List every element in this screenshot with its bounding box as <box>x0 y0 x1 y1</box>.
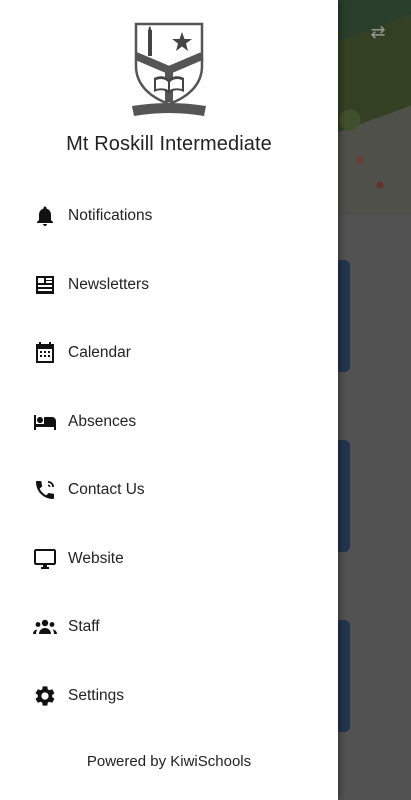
menu-item-notifications[interactable]: Notifications <box>0 182 338 251</box>
menu-item-website[interactable]: Website <box>0 525 338 594</box>
powered-by-footer: Powered by KiwiSchools <box>86 753 252 770</box>
bell-icon <box>33 204 57 228</box>
menu-item-absences[interactable]: Absences <box>0 388 338 457</box>
menu-item-label: Settings <box>68 686 125 704</box>
school-name: Mt Roskill Intermediate <box>66 133 272 155</box>
menu-item-label: Notifications <box>68 207 153 225</box>
people-icon <box>33 615 57 639</box>
navigation-drawer: Mt Roskill Intermediate Notifications Ne… <box>0 0 338 800</box>
monitor-icon <box>33 547 57 571</box>
menu-item-label: Website <box>68 549 124 567</box>
menu-item-settings[interactable]: Settings <box>0 662 338 731</box>
bed-icon <box>33 410 57 434</box>
menu-item-label: Calendar <box>68 344 131 362</box>
menu-item-calendar[interactable]: Calendar <box>0 319 338 388</box>
school-crest-logo <box>132 22 206 116</box>
gear-icon <box>33 684 57 708</box>
menu-item-label: Staff <box>68 618 100 636</box>
drawer-menu: Notifications Newsletters Calendar Absen… <box>0 182 338 730</box>
menu-item-label: Contact Us <box>68 481 145 499</box>
menu-item-newsletters[interactable]: Newsletters <box>0 251 338 320</box>
menu-item-label: Newsletters <box>68 275 149 293</box>
menu-item-staff[interactable]: Staff <box>0 593 338 662</box>
newspaper-icon <box>33 273 57 297</box>
phone-icon <box>33 478 57 502</box>
calendar-icon <box>33 341 57 365</box>
menu-item-label: Absences <box>68 412 137 430</box>
menu-item-contact-us[interactable]: Contact Us <box>0 456 338 525</box>
